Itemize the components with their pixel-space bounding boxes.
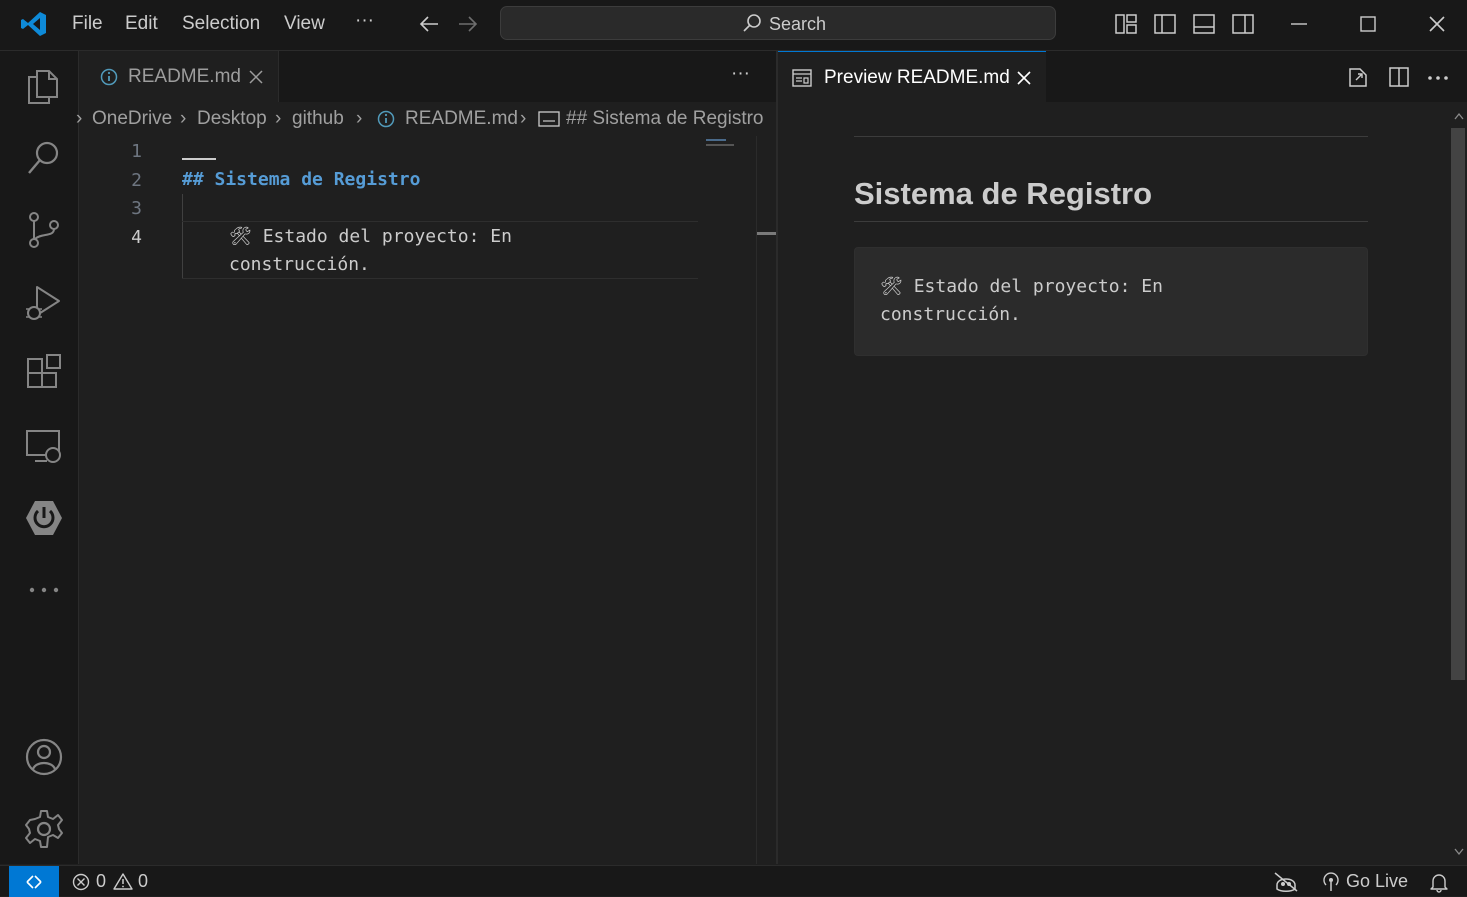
preview-scrollbar[interactable] bbox=[1449, 102, 1467, 864]
toggle-primary-sidebar-icon[interactable] bbox=[1153, 13, 1177, 35]
menu-file[interactable]: File bbox=[72, 13, 103, 35]
breadcrumb-readme[interactable]: README.md bbox=[405, 108, 518, 130]
breadcrumb-separator-icon: › bbox=[275, 108, 282, 129]
source-control-icon[interactable] bbox=[23, 209, 65, 251]
menu-more[interactable]: ··· bbox=[355, 10, 374, 32]
scroll-down-arrow-icon[interactable] bbox=[1454, 848, 1464, 856]
string-symbol-icon bbox=[538, 111, 560, 127]
minimize-icon[interactable] bbox=[1289, 14, 1309, 34]
line-number-current: 4 bbox=[131, 227, 142, 248]
vscode-logo-icon bbox=[21, 12, 46, 36]
code-block-line: construcción. bbox=[880, 304, 1021, 325]
broadcast-icon[interactable] bbox=[1321, 872, 1341, 892]
preview-code-block: 🛠 Estado del proyecto: En construcción. bbox=[854, 247, 1368, 356]
close-tab-icon[interactable] bbox=[1016, 70, 1032, 86]
editor-scrollbar[interactable] bbox=[756, 136, 777, 864]
markdown-preview: Sistema de Registro 🛠 Estado del proyect… bbox=[778, 102, 1467, 864]
more-views-icon[interactable] bbox=[23, 569, 65, 611]
breadcrumb-onedrive[interactable]: OneDrive bbox=[92, 108, 172, 130]
code-line-heading: ## Sistema de Registro bbox=[182, 169, 421, 190]
code-editor[interactable]: 1 2 3 4 ## Sistema de Registro 🛠 Estado … bbox=[80, 136, 756, 864]
breadcrumb-github[interactable]: github bbox=[292, 108, 344, 130]
info-icon bbox=[377, 110, 395, 128]
settings-gear-icon[interactable] bbox=[23, 808, 65, 850]
explorer-icon[interactable] bbox=[23, 65, 65, 107]
warning-icon[interactable] bbox=[113, 872, 133, 890]
error-icon[interactable] bbox=[72, 873, 90, 891]
error-count[interactable]: 0 bbox=[96, 871, 106, 892]
preview-icon bbox=[792, 69, 812, 87]
maximize-icon[interactable] bbox=[1358, 14, 1378, 34]
code-block-line: 🛠 Estado del proyecto: En bbox=[880, 276, 1163, 297]
tab-readme-label: README.md bbox=[128, 66, 241, 87]
menu-view[interactable]: View bbox=[284, 13, 325, 35]
forward-arrow-icon[interactable] bbox=[457, 14, 479, 34]
search-label: Search bbox=[769, 14, 827, 34]
copilot-disabled-icon[interactable] bbox=[1273, 871, 1299, 893]
breadcrumb-separator-icon: › bbox=[520, 108, 527, 129]
remote-indicator[interactable] bbox=[9, 866, 59, 897]
notifications-bell-icon[interactable] bbox=[1429, 872, 1449, 893]
tab-preview-label: Preview README.md bbox=[824, 67, 1010, 88]
remote-explorer-icon[interactable] bbox=[23, 425, 65, 467]
heading-underline bbox=[854, 221, 1368, 222]
preview-heading: Sistema de Registro bbox=[854, 176, 1153, 211]
accounts-icon[interactable] bbox=[23, 736, 65, 778]
breadcrumb-heading[interactable]: ## Sistema de Registro bbox=[566, 108, 764, 130]
remote-icon bbox=[26, 875, 42, 889]
breadcrumb-separator-icon: › bbox=[180, 108, 187, 129]
code-line-status-wrap: construcción. bbox=[229, 254, 370, 275]
line-number: 3 bbox=[131, 198, 142, 219]
line-number: 2 bbox=[131, 170, 142, 191]
line-number: 1 bbox=[131, 141, 142, 162]
more-actions-icon[interactable] bbox=[1427, 75, 1449, 81]
split-editor-icon[interactable] bbox=[1387, 65, 1411, 89]
back-arrow-icon[interactable] bbox=[418, 14, 440, 34]
command-center-search[interactable]: Search bbox=[500, 6, 1056, 40]
close-window-icon[interactable] bbox=[1427, 14, 1447, 34]
open-source-icon[interactable] bbox=[1346, 65, 1370, 89]
info-icon bbox=[100, 68, 118, 86]
scrollbar-thumb[interactable] bbox=[1451, 128, 1465, 680]
warning-count[interactable]: 0 bbox=[138, 871, 148, 892]
go-live-button[interactable]: Go Live bbox=[1346, 871, 1408, 892]
spring-boot-icon[interactable] bbox=[23, 497, 65, 539]
minimap[interactable] bbox=[706, 138, 736, 148]
title-bar: File Edit Selection View ··· Search bbox=[0, 0, 1467, 51]
menu-edit[interactable]: Edit bbox=[125, 13, 158, 35]
editor-tab-bar: README.md ··· bbox=[80, 51, 776, 102]
run-debug-icon[interactable] bbox=[23, 281, 65, 323]
search-view-icon[interactable] bbox=[23, 137, 65, 179]
editor-more-actions[interactable]: ··· bbox=[731, 63, 750, 85]
search-icon bbox=[743, 14, 761, 32]
status-bar: 0 0 Go Live bbox=[0, 865, 1467, 897]
cursor-overview-marker bbox=[757, 232, 777, 235]
close-tab-icon[interactable] bbox=[248, 69, 264, 85]
customize-layout-icon[interactable] bbox=[1114, 13, 1138, 35]
activity-bar bbox=[0, 51, 79, 864]
menu-selection[interactable]: Selection bbox=[182, 13, 260, 35]
breadcrumb: › OneDrive › Desktop › github › README.m… bbox=[76, 102, 776, 136]
scroll-up-arrow-icon[interactable] bbox=[1454, 112, 1464, 120]
breadcrumb-desktop[interactable]: Desktop bbox=[197, 108, 267, 130]
breadcrumb-separator-icon: › bbox=[356, 108, 363, 129]
tab-preview-readme[interactable]: Preview README.md bbox=[778, 51, 1046, 102]
extensions-icon[interactable] bbox=[23, 353, 65, 395]
horizontal-rule bbox=[854, 136, 1368, 137]
code-line-status: 🛠 Estado del proyecto: En bbox=[229, 226, 512, 247]
toggle-secondary-sidebar-icon[interactable] bbox=[1231, 13, 1255, 35]
tab-readme[interactable]: README.md bbox=[80, 51, 279, 102]
toggle-panel-icon[interactable] bbox=[1192, 13, 1216, 35]
breadcrumb-separator-icon: › bbox=[76, 108, 83, 129]
horizontal-rule-markup bbox=[182, 158, 216, 160]
preview-tab-bar: Preview README.md bbox=[778, 51, 1467, 102]
